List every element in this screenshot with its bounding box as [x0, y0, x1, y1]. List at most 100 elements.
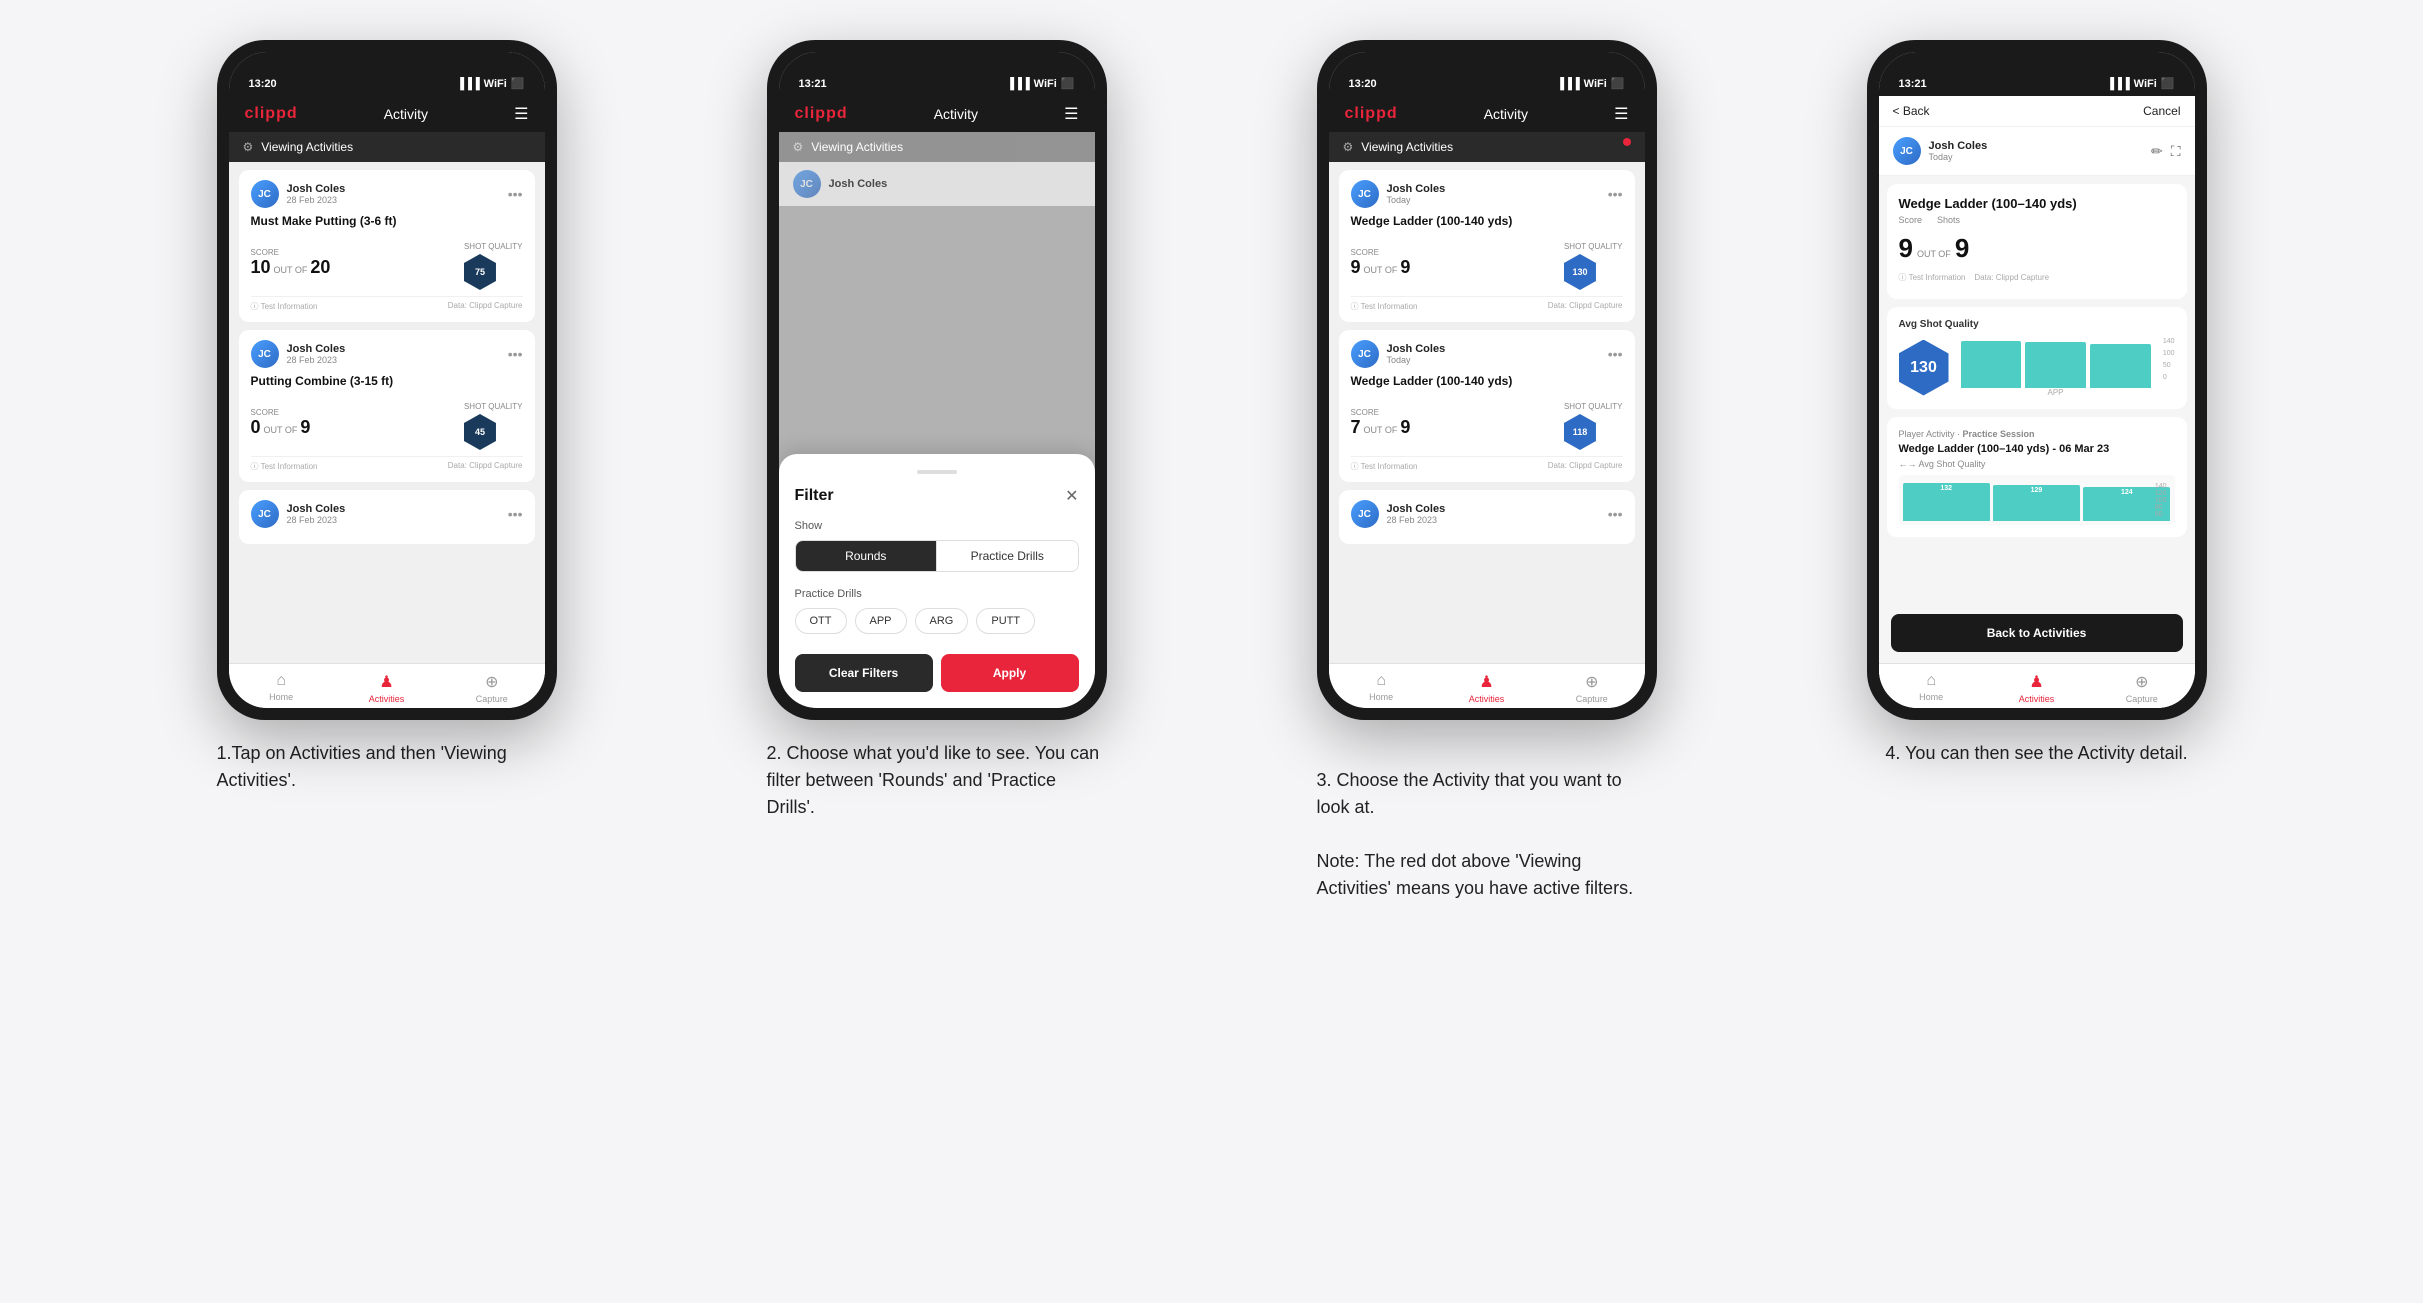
score-value-3a: 9	[1351, 257, 1361, 278]
tab-home-3[interactable]: ⌂ Home	[1329, 672, 1434, 704]
more-dots-3a[interactable]: •••	[1608, 186, 1623, 202]
tab-capture-1[interactable]: ⊕ Capture	[439, 672, 544, 704]
practice-session-label: Practice Session	[1963, 429, 2035, 439]
filter-title: Filter	[795, 487, 834, 505]
activity-header-3c: JC Josh Coles 28 Feb 2023 •••	[1351, 500, 1623, 528]
wifi-icon: WiFi	[484, 78, 507, 90]
bar-3	[2090, 344, 2151, 388]
activity-footer-2: ⓘ Test Information Data: Clippd Capture	[251, 456, 523, 472]
activity-item-3b[interactable]: JC Josh Coles Today ••• Wedge Ladder (10…	[1339, 330, 1635, 482]
activities-icon-1: ♟	[379, 672, 393, 692]
clear-filters-button[interactable]: Clear Filters	[795, 654, 933, 692]
tab-activities-3[interactable]: ♟ Activities	[1434, 672, 1539, 704]
logo-3: clippd	[1345, 105, 1398, 123]
avatar-partial: JC	[793, 170, 821, 198]
pill-arg[interactable]: ARG	[915, 608, 969, 634]
more-dots-3c[interactable]: •••	[1608, 506, 1623, 522]
time-1: 13:20	[249, 78, 277, 90]
user-info-1: Josh Coles 28 Feb 2023	[287, 183, 346, 205]
phone-inner-3: 13:20 ▐▐▐ WiFi ⬛ clippd Activity ☰ ⚙ V	[1329, 52, 1645, 708]
user-row-3b: JC Josh Coles Today	[1351, 340, 1446, 368]
activity-header-3: JC Josh Coles 28 Feb 2023 •••	[251, 500, 523, 528]
show-label: Show	[795, 520, 1079, 532]
y-0: 0	[2163, 374, 2175, 381]
tab-activities-4[interactable]: ♟ Activities	[1984, 672, 2089, 704]
settings-icon-3: ⚙	[1343, 140, 1354, 154]
apply-button[interactable]: Apply	[941, 654, 1079, 692]
capture-icon-4: ⊕	[2135, 672, 2148, 692]
expand-icon[interactable]: ⛶	[2171, 143, 2181, 160]
partial-name: Josh Coles	[829, 178, 888, 190]
viewing-bar-3[interactable]: ⚙ Viewing Activities	[1329, 132, 1645, 162]
tab-activities-1[interactable]: ♟ Activities	[334, 672, 439, 704]
detail-user-name: Josh Coles	[1929, 140, 1988, 152]
score-value-3b: 7	[1351, 417, 1361, 438]
edit-icon[interactable]: ✏	[2151, 143, 2163, 160]
viewing-text-2: Viewing Activities	[811, 140, 903, 154]
nav-bar-3: clippd Activity ☰	[1329, 96, 1645, 132]
user-name-3b: Josh Coles	[1387, 343, 1446, 355]
more-dots-3b[interactable]: •••	[1608, 346, 1623, 362]
capture-icon-1: ⊕	[485, 672, 498, 692]
pill-app[interactable]: APP	[855, 608, 907, 634]
step-1: 13:20 ▐▐▐ WiFi ⬛ clippd Activity ☰ ⚙ V	[127, 40, 647, 794]
out-of-3b: OUT OF	[1364, 425, 1398, 435]
menu-icon-3[interactable]: ☰	[1614, 104, 1628, 124]
filter-header: Filter ✕	[795, 486, 1079, 506]
settings-icon-1: ⚙	[243, 140, 254, 154]
detail-user-date: Today	[1929, 152, 1988, 162]
menu-icon-1[interactable]: ☰	[514, 104, 528, 124]
phone-2: 13:21 ▐▐▐ WiFi ⬛ clippd Activity ☰ ⚙ V	[767, 40, 1107, 720]
drill-title-row: Wedge Ladder (100–140 yds) Score Shots	[1899, 196, 2175, 225]
practice-drills-toggle[interactable]: Practice Drills	[936, 541, 1078, 571]
session-title: Wedge Ladder (100–140 yds) - 06 Mar 23	[1899, 443, 2175, 455]
activity-item-3c[interactable]: JC Josh Coles 28 Feb 2023 •••	[1339, 490, 1635, 544]
y-140: 140	[2163, 338, 2175, 345]
signal-icon-3: ▐▐▐	[1556, 78, 1579, 90]
wifi-icon-4: WiFi	[2134, 78, 2157, 90]
more-dots-1[interactable]: •••	[508, 186, 523, 202]
menu-icon-2[interactable]: ☰	[1064, 104, 1078, 124]
phone-inner-1: 13:20 ▐▐▐ WiFi ⬛ clippd Activity ☰ ⚙ V	[229, 52, 545, 708]
activity-item-3a[interactable]: JC Josh Coles Today ••• Wedge Ladder (10…	[1339, 170, 1635, 322]
activity-footer-1: ⓘ Test Information Data: Clippd Capture	[251, 296, 523, 312]
detail-action-icons: ✏ ⛶	[2151, 143, 2181, 160]
tab-capture-3[interactable]: ⊕ Capture	[1539, 672, 1644, 704]
back-button[interactable]: < Back	[1893, 104, 1930, 118]
more-dots-2[interactable]: •••	[508, 346, 523, 362]
pill-putt[interactable]: PUTT	[976, 608, 1035, 634]
user-date-3a: Today	[1387, 195, 1446, 205]
tab-capture-4[interactable]: ⊕ Capture	[2089, 672, 2194, 704]
filter-pills: OTT APP ARG PUTT	[795, 608, 1079, 634]
tab-capture-label-4: Capture	[2126, 694, 2158, 704]
phone-notch-3	[1427, 40, 1547, 68]
sq-value-1: 75	[475, 267, 485, 277]
hex-3b: 118	[1564, 414, 1596, 450]
tab-home-1[interactable]: ⌂ Home	[229, 672, 334, 704]
rounds-toggle[interactable]: Rounds	[796, 541, 937, 571]
close-icon[interactable]: ✕	[1065, 486, 1078, 506]
avg-label-text: Avg Shot Quality	[1919, 459, 1986, 469]
status-icons-3: ▐▐▐ WiFi ⬛	[1556, 77, 1624, 90]
nav-title-1: Activity	[384, 106, 428, 122]
tab-activities-label-4: Activities	[2019, 694, 2055, 704]
user-name-1: Josh Coles	[287, 183, 346, 195]
footer-left-3b: ⓘ Test Information	[1351, 461, 1418, 472]
score-inline-1: 10 OUT OF 20	[251, 257, 331, 278]
tab-activities-label-3: Activities	[1469, 694, 1505, 704]
bar-label-2: 129	[2031, 487, 2043, 494]
activity-item-2[interactable]: JC Josh Coles 28 Feb 2023 ••• Putting Co…	[239, 330, 535, 482]
cancel-button[interactable]: Cancel	[2143, 104, 2180, 118]
footer-right-3b: Data: Clippd Capture	[1548, 461, 1623, 472]
tab-home-4[interactable]: ⌂ Home	[1879, 672, 1984, 704]
activity-title-3a: Wedge Ladder (100-140 yds)	[1351, 214, 1623, 228]
pill-ott[interactable]: OTT	[795, 608, 847, 634]
status-icons-2: ▐▐▐ WiFi ⬛	[1006, 77, 1074, 90]
activity-item-3[interactable]: JC Josh Coles 28 Feb 2023 •••	[239, 490, 535, 544]
activity-item-1[interactable]: JC Josh Coles 28 Feb 2023 ••• Must Make …	[239, 170, 535, 322]
viewing-bar-1[interactable]: ⚙ Viewing Activities	[229, 132, 545, 162]
more-dots-3[interactable]: •••	[508, 506, 523, 522]
back-to-activities-btn[interactable]: Back to Activities	[1891, 614, 2183, 652]
score-group-3b: Score 7 OUT OF 9	[1351, 408, 1411, 438]
footer-left-1: ⓘ Test Information	[251, 301, 318, 312]
